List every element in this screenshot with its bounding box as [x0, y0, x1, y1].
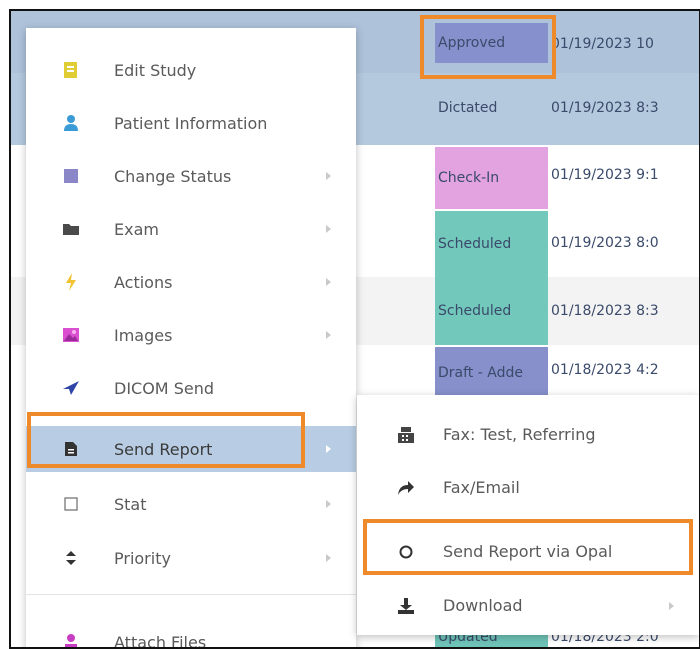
lightning-icon — [62, 273, 80, 291]
submenu-item-fax-test-referring[interactable]: Fax: Test, Referring — [357, 409, 699, 461]
submenu-item-download[interactable]: Download — [357, 583, 699, 635]
edit-study-icon — [62, 61, 80, 79]
chevron-right-icon — [326, 331, 331, 339]
menu-item-label: Patient Information — [114, 114, 267, 133]
chevron-right-icon — [326, 225, 331, 233]
images-icon — [62, 326, 80, 344]
fax-icon — [397, 426, 415, 444]
chevron-right-icon — [326, 278, 331, 286]
date-cell: 01/19/2023 10 — [551, 36, 654, 52]
status-label: Draft - Adde — [438, 365, 523, 381]
menu-item-label: Priority — [114, 549, 171, 568]
status-cell: Dictated — [435, 83, 548, 133]
menu-item-label: Exam — [114, 220, 159, 239]
priority-icon — [62, 549, 80, 567]
submenu-item-fax-email[interactable]: Fax/Email — [357, 463, 699, 515]
submenu-item-label: Fax/Email — [443, 478, 520, 497]
app-frame: Approved 01/19/2023 10 Dictated 01/19/20… — [9, 9, 700, 649]
date-cell: 01/18/2023 8:3 — [551, 303, 659, 319]
status-label: Dictated — [438, 100, 497, 116]
menu-item-label: Images — [114, 326, 172, 345]
download-icon — [397, 597, 415, 615]
menu-item-change-status[interactable]: Change Status — [26, 152, 356, 200]
menu-item-label: Stat — [114, 495, 147, 514]
chevron-right-icon — [326, 445, 331, 453]
submenu-item-label: Fax: Test, Referring — [443, 425, 596, 444]
menu-item-label: Actions — [114, 273, 172, 292]
date-cell: 01/19/2023 8:0 — [551, 235, 659, 251]
menu-item-priority[interactable]: Priority — [26, 534, 356, 582]
approved-highlight — [420, 15, 556, 79]
menu-item-label: Change Status — [114, 167, 231, 186]
status-label: Scheduled — [438, 236, 511, 252]
menu-item-actions[interactable]: Actions — [26, 258, 356, 306]
status-label: Check-In — [438, 170, 499, 186]
chevron-right-icon — [669, 602, 674, 610]
send-report-submenu: Fax: Test, Referring Fax/Email Send Repo… — [357, 395, 699, 635]
menu-divider — [26, 594, 356, 595]
submenu-item-label: Download — [443, 596, 523, 615]
opal-highlight — [363, 519, 693, 575]
date-cell: 01/19/2023 9:1 — [551, 167, 659, 183]
menu-item-label: DICOM Send — [114, 379, 214, 398]
menu-item-dicom-send[interactable]: DICOM Send — [26, 364, 356, 412]
status-cell: Scheduled — [435, 277, 548, 345]
checkbox-icon — [62, 495, 80, 513]
status-cell: Scheduled — [435, 211, 548, 277]
folder-icon — [62, 220, 80, 238]
patient-icon — [62, 114, 80, 132]
menu-item-attach-files[interactable]: Attach Files — [26, 618, 356, 649]
status-square-icon — [62, 167, 80, 185]
menu-item-edit-study[interactable]: Edit Study — [26, 46, 356, 94]
chevron-right-icon — [326, 500, 331, 508]
menu-item-images[interactable]: Images — [26, 311, 356, 359]
share-arrow-icon — [397, 479, 415, 497]
send-report-highlight — [27, 412, 305, 468]
send-plane-icon — [62, 379, 80, 397]
menu-item-exam[interactable]: Exam — [26, 205, 356, 253]
chevron-right-icon — [326, 172, 331, 180]
status-label: Scheduled — [438, 303, 511, 319]
date-cell: 01/18/2023 4:2 — [551, 362, 659, 378]
status-cell: Check-In — [435, 147, 548, 209]
menu-item-stat[interactable]: Stat — [26, 480, 356, 528]
status-cell: Draft - Adde — [435, 347, 548, 399]
context-menu: Edit Study Patient Information Change St… — [26, 28, 356, 649]
menu-item-label: Edit Study — [114, 61, 196, 80]
date-cell: 01/19/2023 8:3 — [551, 100, 659, 116]
menu-item-patient-information[interactable]: Patient Information — [26, 99, 356, 147]
chevron-right-icon — [326, 554, 331, 562]
